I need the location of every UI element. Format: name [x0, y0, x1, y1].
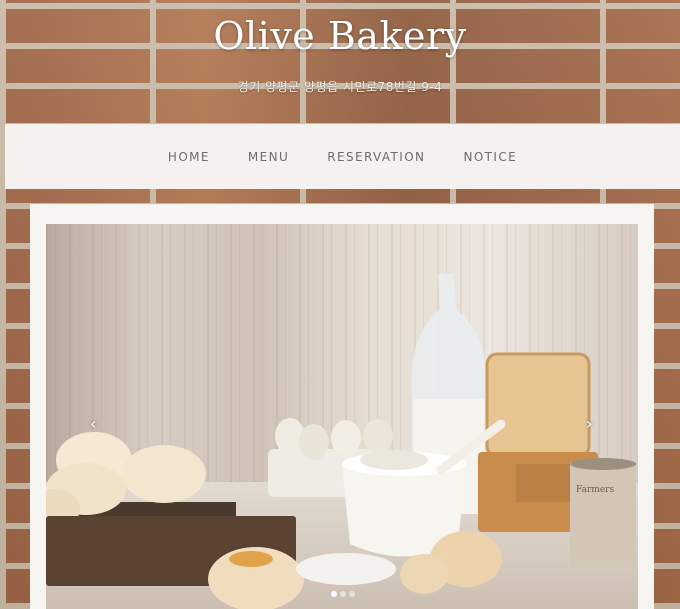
- slider-pagination: [331, 591, 355, 597]
- nav-item-menu[interactable]: MENU: [248, 150, 289, 164]
- svg-text:Farmers: Farmers: [576, 485, 614, 495]
- tin-can: Farmers: [570, 458, 636, 567]
- slider-dot[interactable]: [349, 591, 355, 597]
- nav-item-notice[interactable]: NOTICE: [463, 150, 517, 164]
- slider-next-arrow[interactable]: ›: [586, 414, 592, 433]
- nav-item-reservation[interactable]: RESERVATION: [327, 150, 425, 164]
- site-title[interactable]: Olive Bakery: [0, 14, 680, 58]
- image-slider: Farmers ‹ ›: [46, 224, 638, 609]
- slider-dot[interactable]: [331, 591, 337, 597]
- slider-dot[interactable]: [340, 591, 346, 597]
- site-header: Olive Bakery 경기 양평군 양평읍 시민로78번길 9-4: [0, 0, 680, 124]
- bakery-still-life-illustration: Farmers: [46, 274, 636, 609]
- slider-prev-arrow[interactable]: ‹: [90, 414, 96, 433]
- site-address: 경기 양평군 양평읍 시민로78번길 9-4: [237, 80, 443, 94]
- nav-item-home[interactable]: HOME: [168, 150, 210, 164]
- main-navigation: HOME MENU RESERVATION NOTICE: [5, 124, 680, 189]
